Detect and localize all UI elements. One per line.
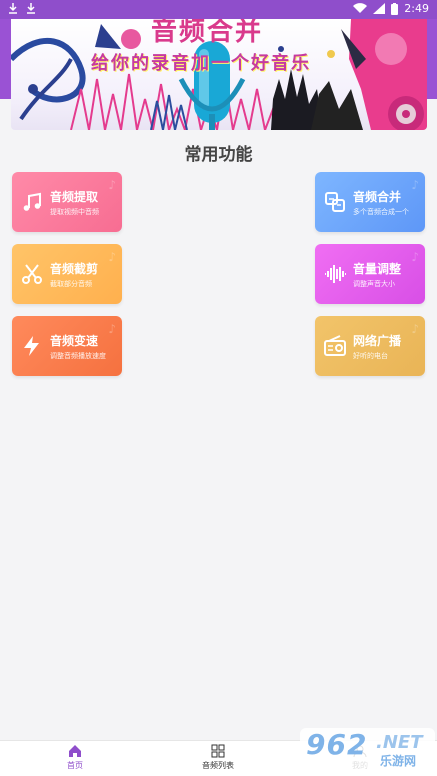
audio-speed-card[interactable]: 音频变速 调整音频播放速度 ♪ [12, 316, 122, 376]
card-desc: 好听的电台 [353, 352, 388, 360]
lightning-icon [24, 336, 39, 356]
watermark-cn: 乐游网 [380, 754, 417, 768]
banner-subtitle: 给你的录音加一个好音乐 [91, 53, 311, 74]
wifi-icon [353, 3, 368, 14]
card-desc: 截取部分音频 [50, 280, 92, 288]
music-note-icon [23, 192, 41, 211]
banner-title: 音频合并 [151, 19, 264, 47]
card-desc: 调整声音大小 [353, 280, 395, 288]
site-watermark: 962 .NET 乐游网 [300, 728, 435, 772]
radio-icon [324, 335, 346, 356]
card-title: 音量调整 [353, 262, 402, 276]
nav-audio-list[interactable]: 音频列表 [178, 744, 258, 771]
status-bar: 2:49 [0, 0, 437, 19]
note-decoration-icon: ♪ [108, 178, 116, 192]
scissors-icon [22, 264, 42, 284]
nav-label: 音频列表 [202, 761, 234, 770]
note-decoration-icon: ♪ [108, 322, 116, 336]
signal-icon [373, 3, 386, 14]
card-title: 网络广播 [353, 334, 402, 348]
note-decoration-icon: ♪ [411, 250, 419, 264]
note-decoration-icon: ♪ [108, 250, 116, 264]
volume-adjust-card[interactable]: 音量调整 调整声音大小 ♪ [315, 244, 425, 304]
watermark-net: .NET [376, 732, 423, 753]
promo-banner[interactable]: 音频合并 给你的录音加一个好音乐 [11, 19, 427, 130]
card-desc: 多个音频合成一个 [353, 208, 409, 216]
card-title: 音频合并 [353, 190, 402, 204]
download-icon [27, 3, 35, 14]
nav-home[interactable]: 首页 [35, 744, 115, 771]
card-title: 音频提取 [50, 190, 99, 204]
note-decoration-icon: ♪ [411, 178, 419, 192]
waveform-icon [325, 265, 346, 283]
status-time: 2:49 [404, 2, 429, 15]
audio-merge-card[interactable]: 音频合并 多个音频合成一个 ♪ [315, 172, 425, 232]
watermark-number: 962 [306, 728, 368, 761]
nav-label: 首页 [67, 761, 83, 770]
download-icon [9, 3, 17, 14]
card-title: 音频变速 [50, 334, 99, 348]
grid-icon [211, 744, 225, 758]
note-decoration-icon: ♪ [411, 322, 419, 336]
merge-icon [325, 192, 345, 212]
audio-extract-card[interactable]: 音频提取 提取视频中音频 ♪ [12, 172, 122, 232]
audio-cut-card[interactable]: 音频截剪 截取部分音频 ♪ [12, 244, 122, 304]
battery-icon [391, 2, 399, 15]
home-icon [69, 745, 81, 757]
radio-card[interactable]: 网络广播 好听的电台 ♪ [315, 316, 425, 376]
card-title: 音频截剪 [50, 262, 99, 276]
section-title: 常用功能 [184, 145, 253, 165]
card-desc: 调整音频播放速度 [50, 352, 106, 360]
card-desc: 提取视频中音频 [50, 208, 99, 216]
